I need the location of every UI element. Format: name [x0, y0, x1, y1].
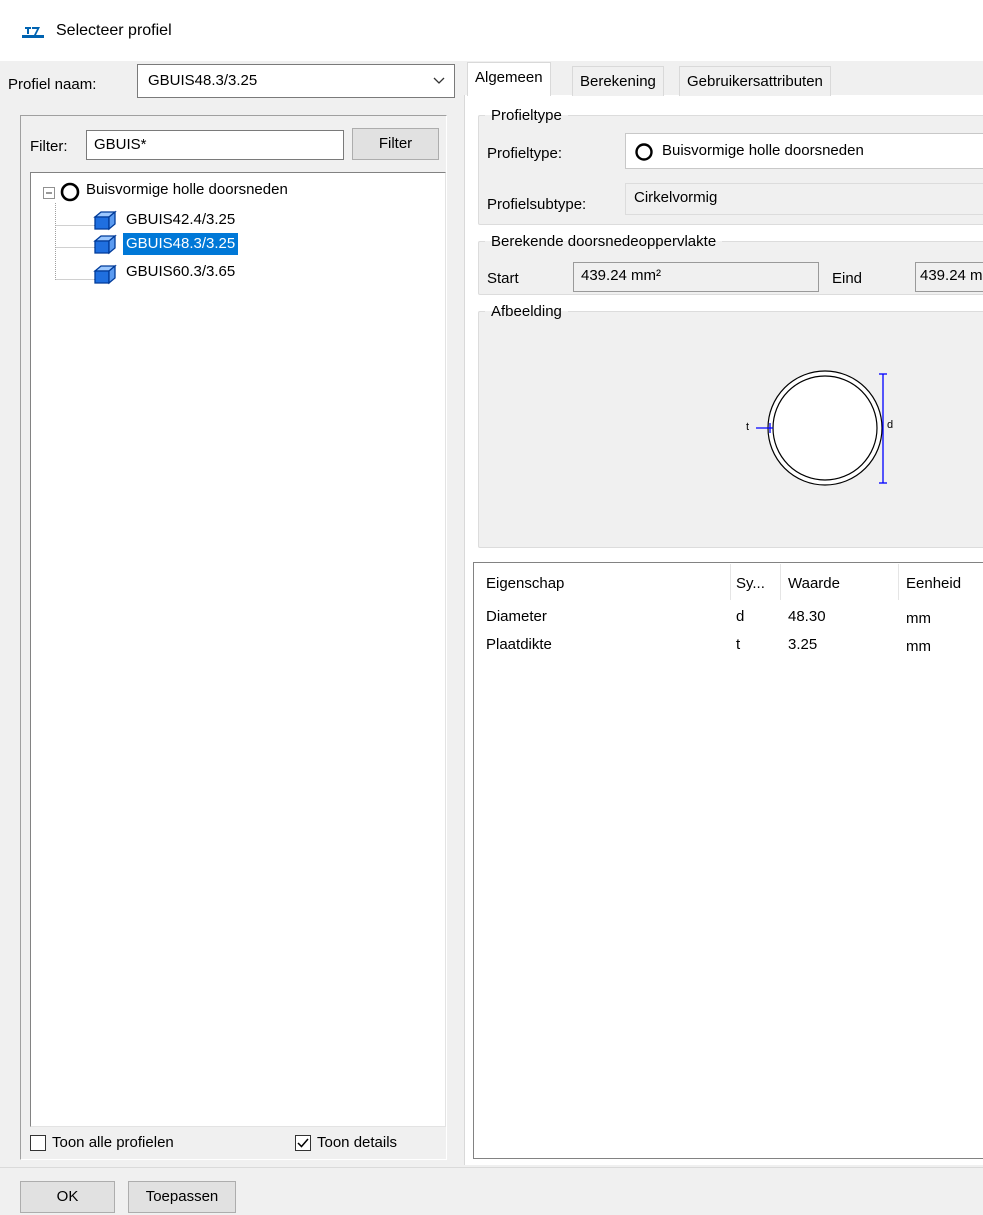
profile-name-combobox[interactable]: GBUIS48.3/3.25 [137, 64, 455, 98]
area-start-field: 439.24 mm² [573, 262, 819, 292]
tab-gebruikersattributen[interactable]: Gebruikersattributen [679, 66, 831, 96]
row-property-value: 3.25 [788, 636, 818, 653]
profielsubtype-dropdown[interactable]: Cirkelvormig [625, 183, 983, 215]
row-property-name: Diameter [486, 608, 547, 625]
circle-profile-icon [60, 182, 80, 202]
profile-shape-icon [93, 210, 117, 231]
tree-item[interactable]: GBUIS42.4/3.25 [126, 209, 235, 231]
diameter-symbol: d [887, 419, 894, 431]
profielsubtype-value: Cirkelvormig [634, 189, 718, 206]
tab-algemeen[interactable]: Algemeen [467, 62, 551, 96]
show-details-checkbox[interactable] [295, 1135, 311, 1151]
row-property-name: Plaatdikte [486, 636, 552, 653]
chevron-down-icon[interactable] [432, 72, 446, 88]
column-header-waarde[interactable]: Waarde [788, 575, 840, 592]
circle-profile-icon [635, 143, 653, 161]
area-start-label: Start [487, 270, 519, 287]
profieltype-dropdown[interactable]: Buisvormige holle doorsneden [625, 133, 983, 169]
image-legend: Afbeelding [491, 303, 562, 320]
column-header-eenheid[interactable]: Eenheid [906, 575, 961, 592]
area-end-label: Eind [832, 270, 863, 287]
row-property-value: 48.30 [788, 608, 826, 625]
tree-item[interactable]: GBUIS60.3/3.65 [126, 261, 235, 283]
profieltype-legend: Profieltype [491, 107, 562, 124]
tree-item-selected[interactable]: GBUIS48.3/3.25 [123, 233, 239, 255]
area-end-field: 439.24 m [915, 262, 983, 292]
profile-name-value: GBUIS48.3/3.25 [148, 72, 258, 89]
profile-tree[interactable]: Buisvormige holle doorsneden GBUIS42.4/3… [30, 172, 446, 1127]
row-property-symbol: t [736, 636, 741, 653]
filter-input[interactable]: GBUIS* [86, 130, 344, 160]
window-title: Selecteer profiel [56, 22, 172, 39]
show-details-label[interactable]: Toon details [317, 1134, 397, 1151]
profile-shape-icon [93, 234, 117, 255]
row-property-symbol: d [736, 608, 745, 625]
tab-berekening[interactable]: Berekening [572, 66, 664, 96]
profielsubtype-label: Profielsubtype: [487, 196, 587, 213]
show-all-profiles-label[interactable]: Toon alle profielen [52, 1134, 174, 1151]
show-all-profiles-checkbox[interactable] [30, 1135, 46, 1151]
filter-button[interactable]: Filter [352, 128, 439, 160]
profile-name-label: Profiel naam: [8, 76, 97, 93]
tree-root-label[interactable]: Buisvormige holle doorsneden [86, 179, 288, 201]
thickness-symbol: t [746, 421, 750, 433]
profile-drawing [756, 370, 887, 486]
column-header-eigenschap[interactable]: Eigenschap [486, 575, 564, 592]
ok-button[interactable]: OK [20, 1181, 115, 1213]
checkmark-icon [297, 1138, 309, 1148]
profile-shape-icon [93, 264, 117, 285]
profieltype-value: Buisvormige holle doorsneden [662, 142, 864, 159]
row-property-unit: mm [906, 638, 931, 655]
column-header-symbol[interactable]: Sy... [736, 575, 765, 592]
app-logo-icon [22, 27, 44, 38]
collapse-icon[interactable] [43, 187, 55, 199]
profieltype-label: Profieltype: [487, 145, 563, 162]
row-property-unit: mm [906, 610, 931, 627]
area-legend: Berekende doorsnedeoppervlakte [491, 233, 717, 250]
apply-button[interactable]: Toepassen [128, 1181, 236, 1213]
footer-separator [0, 1167, 983, 1168]
properties-grid[interactable]: Eigenschap Sy... Waarde Eenheid Diameter… [473, 562, 983, 1159]
filter-label: Filter: [30, 138, 68, 155]
